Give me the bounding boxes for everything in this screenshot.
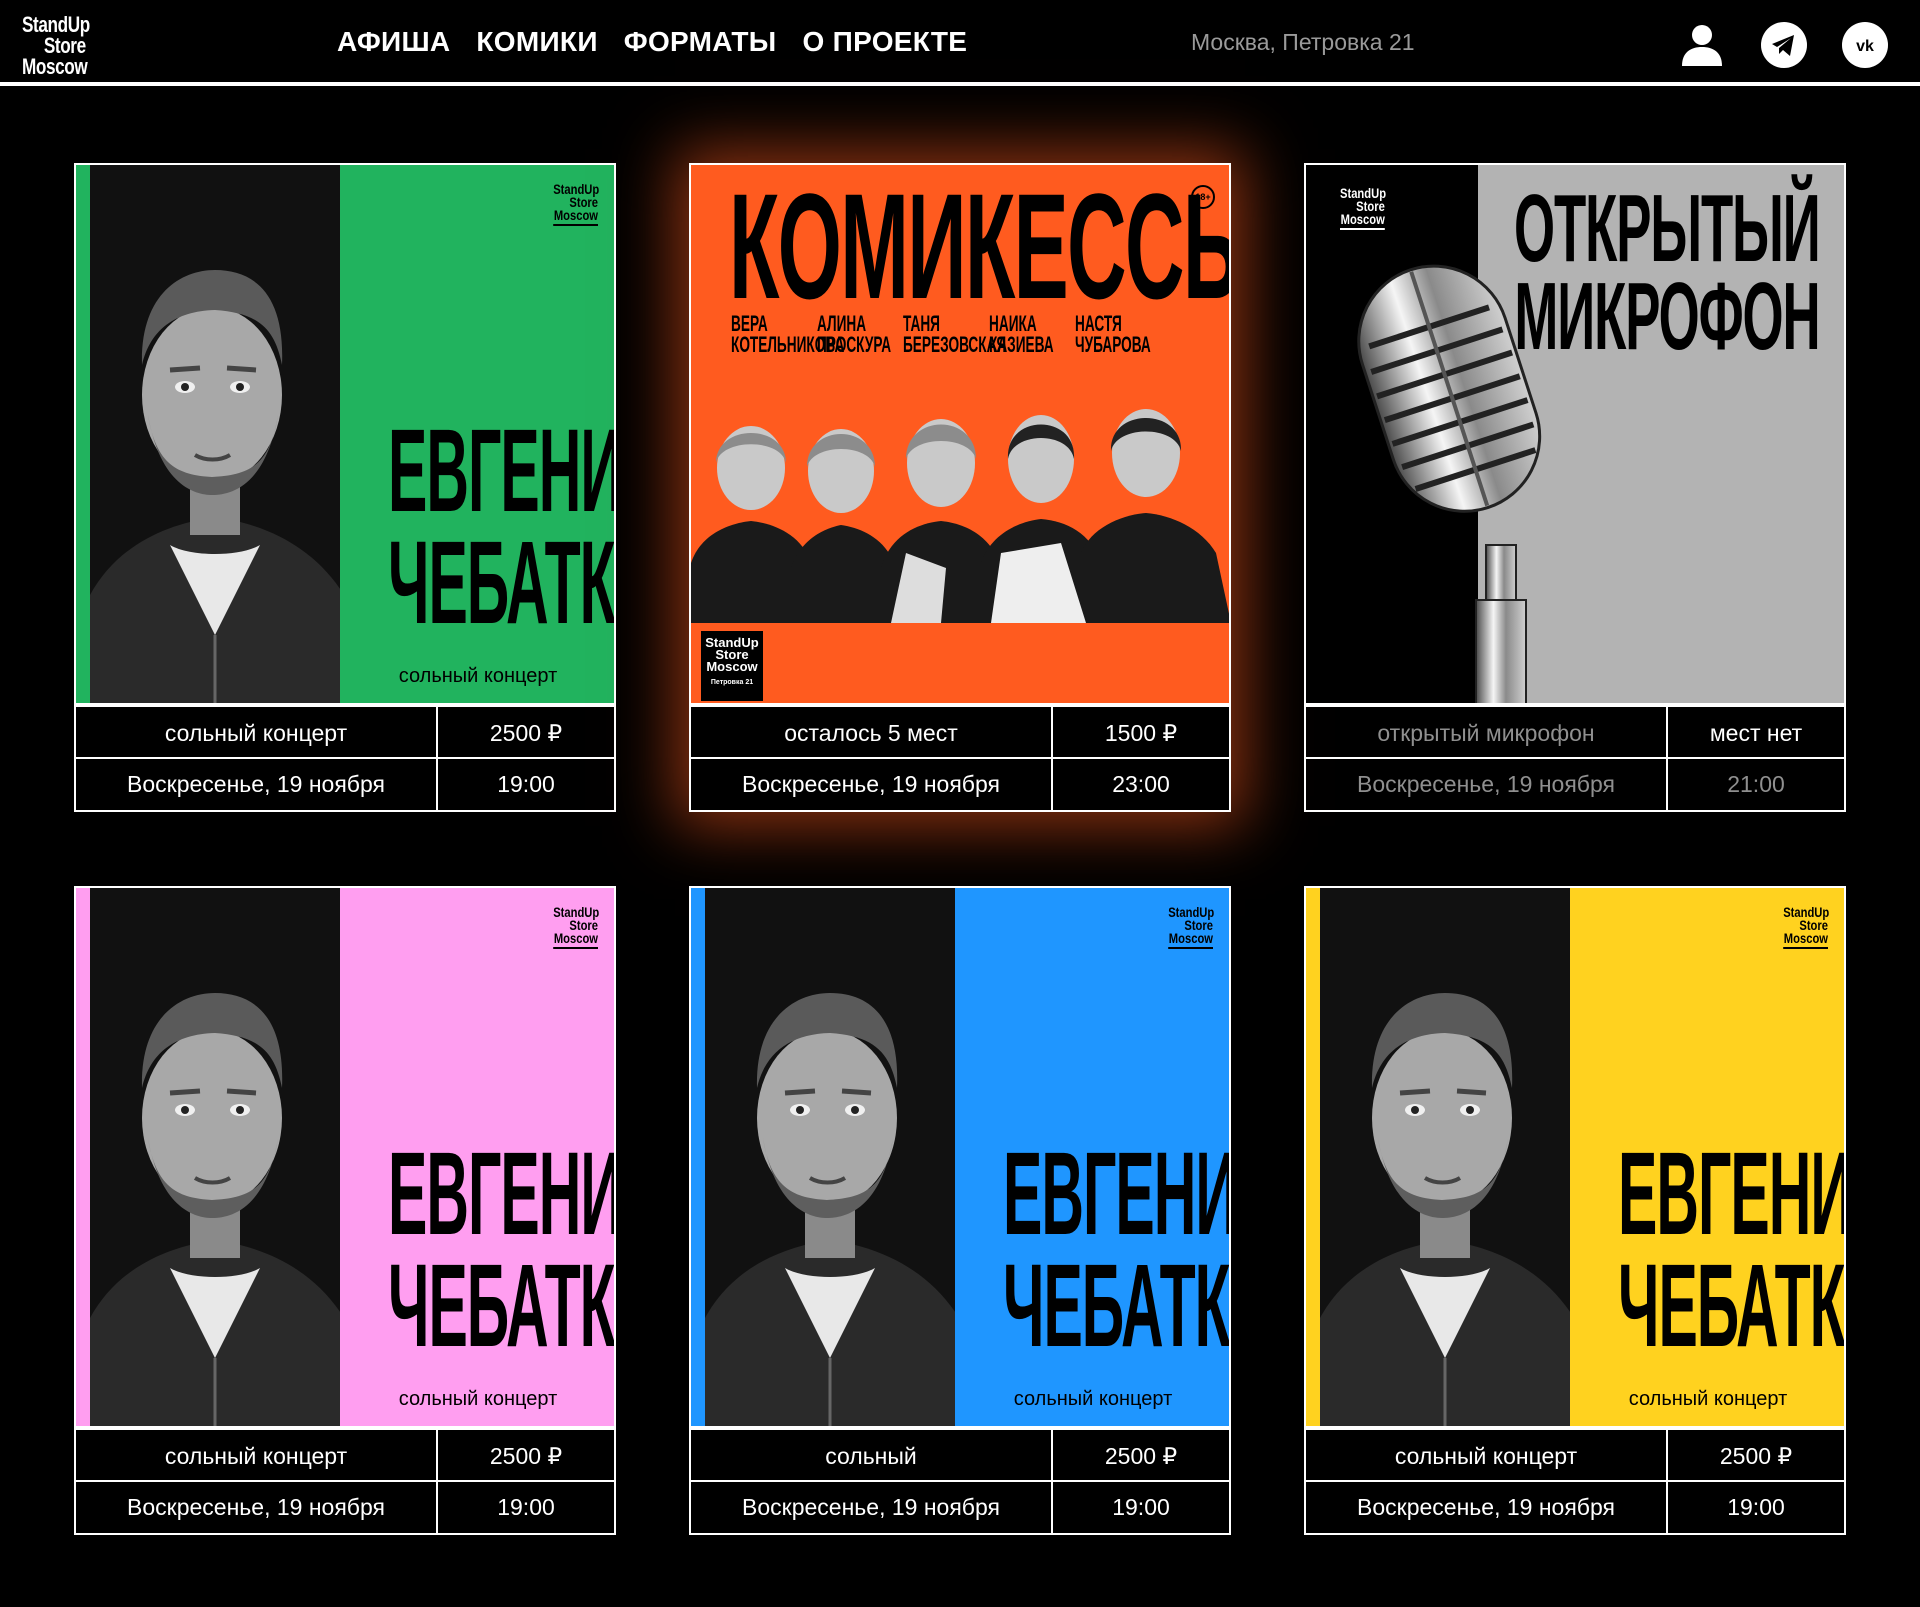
- event-info-table: открытый микрофон мест нет Воскресенье, …: [1304, 705, 1846, 812]
- site-header: StandUp Store Moscow АФИША КОМИКИ ФОРМАТ…: [0, 0, 1920, 86]
- poster-title: ОТКРЫТЫЙ МИКРОФОН: [1514, 175, 1821, 370]
- event-poster[interactable]: StandUpStoreMoscow ЕВГЕНИЙ ЧЕБАТКОВ соль…: [74, 163, 616, 705]
- event-poster[interactable]: КОМИКЕССЫ 18+ ВЕРА КОТЕЛЬНИКОВА АЛИНА ПРОС…: [689, 163, 1231, 705]
- event-info-table: сольный концерт 2500 ₽ Воскресенье, 19 н…: [1304, 1428, 1846, 1535]
- event-info-table: сольный концерт 2500 ₽ Воскресенье, 19 н…: [74, 1428, 616, 1535]
- poster-logo-stamp: StandUp Store Moscow Петровка 21: [701, 631, 763, 701]
- user-icon[interactable]: [1679, 22, 1725, 68]
- event-availability: мест нет: [1709, 719, 1803, 746]
- poster-accent-strip: [76, 888, 90, 1426]
- performer-name: ТАНЯ БЕРЕЗОВСКАЯ: [903, 311, 1007, 357]
- event-date: Воскресенье, 19 ноября: [691, 1482, 1053, 1533]
- age-rating-badge: 18+: [1191, 185, 1215, 209]
- poster-subtitle: сольный концерт: [398, 1388, 558, 1410]
- comedian-photo: [705, 888, 955, 1426]
- event-price[interactable]: 1500 ₽: [1053, 707, 1229, 759]
- comedian-last-name: ЧЕБАТКОВ: [388, 517, 615, 649]
- performer-name: ВЕРА КОТЕЛЬНИКОВА: [731, 311, 845, 357]
- comedian-first-name: ЕВГЕНИЙ: [1618, 1128, 1844, 1260]
- nav-o-proekte[interactable]: О ПРОЕКТЕ: [803, 26, 968, 58]
- event-time: 19:00: [1727, 1494, 1785, 1520]
- poster-accent-strip: [691, 888, 705, 1426]
- logo-line-3: Moscow: [22, 54, 88, 79]
- comedian-name: ЕВГЕНИЙ ЧЕБАТКОВ: [1618, 1128, 1845, 1372]
- event-price[interactable]: 2500 ₽: [1053, 1430, 1229, 1482]
- event-card[interactable]: StandUpStoreMoscow ЕВГЕНИЙ ЧЕБАТКОВ соль…: [1304, 886, 1846, 1535]
- event-card[interactable]: StandUp Store Moscow ОТКРЫТЫЙ МИКРОФОН о…: [1304, 163, 1846, 812]
- nav-afisha[interactable]: АФИША: [337, 26, 450, 58]
- main-nav: АФИША КОМИКИ ФОРМАТЫ О ПРОЕКТЕ: [337, 26, 967, 58]
- telegram-icon[interactable]: [1761, 22, 1807, 68]
- event-card[interactable]: StandUpStoreMoscow ЕВГЕНИЙ ЧЕБАТКОВ соль…: [74, 163, 616, 812]
- comedian-name: ЕВГЕНИЙ ЧЕБАТКОВ: [1003, 1128, 1230, 1372]
- event-date: Воскресенье, 19 ноября: [76, 1482, 438, 1533]
- poster-title: КОМИКЕССЫ: [729, 163, 1231, 330]
- nav-formaty[interactable]: ФОРМАТЫ: [624, 26, 777, 58]
- comedian-last-name: ЧЕБАТКОВ: [1618, 1240, 1845, 1372]
- poster-logo: StandUp Store Moscow: [553, 182, 599, 226]
- poster-accent-strip: [76, 165, 90, 703]
- performer-name: НАСТЯ ЧУБАРОВА: [1075, 311, 1151, 357]
- event-poster[interactable]: StandUp Store Moscow ОТКРЫТЫЙ МИКРОФОН: [1304, 163, 1846, 705]
- comedian-name: ЕВГЕНИЙ ЧЕБАТКОВ: [388, 405, 615, 649]
- comedian-name: ЕВГЕНИЙ ЧЕБАТКОВ: [388, 1128, 615, 1372]
- performers-photo: [691, 409, 1229, 623]
- event-poster[interactable]: StandUpStoreMoscow ЕВГЕНИЙ ЧЕБАТКОВ соль…: [1304, 886, 1846, 1428]
- event-info-table: сольный концерт 2500 ₽ Воскресенье, 19 н…: [74, 705, 616, 812]
- performer-names: ВЕРА КОТЕЛЬНИКОВА АЛИНА ПРОСКУРА ТАНЯ БЕРЕЗ…: [731, 311, 1151, 357]
- event-info-table: осталось 5 мест 1500 ₽ Воскресенье, 19 н…: [689, 705, 1231, 812]
- event-label: сольный концерт: [76, 1430, 438, 1482]
- logo-line-1: StandUp: [22, 12, 90, 37]
- poster-logo: StandUp Store Moscow: [1783, 905, 1829, 949]
- event-label: осталось 5 мест: [691, 707, 1053, 759]
- comedian-photo: [90, 888, 340, 1426]
- poster-subtitle: сольный концерт: [1013, 1388, 1173, 1410]
- poster-accent-strip: [1306, 888, 1320, 1426]
- venue-address: Москва, Петровка 21: [1191, 29, 1415, 55]
- event-poster[interactable]: StandUpStoreMoscow ЕВГЕНИЙ ЧЕБАТКОВ соль…: [689, 886, 1231, 1428]
- event-time: 23:00: [1112, 771, 1170, 797]
- event-card[interactable]: StandUpStoreMoscow ЕВГЕНИЙ ЧЕБАТКОВ соль…: [689, 886, 1231, 1535]
- event-poster[interactable]: StandUpStoreMoscow ЕВГЕНИЙ ЧЕБАТКОВ соль…: [74, 886, 616, 1428]
- poster-subtitle: сольный концерт: [1628, 1388, 1788, 1410]
- event-label: сольный концерт: [76, 707, 438, 759]
- event-card[interactable]: StandUpStoreMoscow ЕВГЕНИЙ ЧЕБАТКОВ соль…: [74, 886, 616, 1535]
- nav-komiki[interactable]: КОМИКИ: [476, 26, 597, 58]
- comedian-last-name: ЧЕБАТКОВ: [388, 1240, 615, 1372]
- logo-line-2: Store: [43, 33, 86, 58]
- event-price[interactable]: 2500 ₽: [438, 707, 614, 759]
- performer-name: НАИКА КАЗИЕВА: [989, 311, 1054, 357]
- event-price[interactable]: 2500 ₽: [438, 1430, 614, 1482]
- event-time: 19:00: [497, 1494, 555, 1520]
- poster-subtitle: сольный концерт: [398, 665, 558, 687]
- comedian-photo: [1320, 888, 1570, 1426]
- comedian-photo: [90, 165, 340, 703]
- poster-logo: StandUp Store Moscow: [1168, 905, 1214, 949]
- comedian-first-name: ЕВГЕНИЙ: [1003, 1128, 1229, 1260]
- event-card[interactable]: КОМИКЕССЫ 18+ ВЕРА КОТЕЛЬНИКОВА АЛИНА ПРОС…: [689, 163, 1231, 812]
- event-date: Воскресенье, 19 ноября: [1306, 1482, 1668, 1533]
- vk-icon[interactable]: vk: [1842, 22, 1888, 68]
- event-label: открытый микрофон: [1306, 707, 1668, 759]
- event-info-table: сольный 2500 ₽ Воскресенье, 19 ноября 19…: [689, 1428, 1231, 1535]
- event-price[interactable]: 2500 ₽: [1668, 1430, 1844, 1482]
- event-date: Воскресенье, 19 ноября: [691, 759, 1053, 810]
- site-logo[interactable]: StandUp Store Moscow: [22, 12, 90, 79]
- poster-logo: StandUp Store Moscow: [553, 905, 599, 949]
- event-label: сольный: [691, 1430, 1053, 1482]
- event-time: 21:00: [1727, 771, 1785, 797]
- poster-logo: StandUp Store Moscow: [1340, 186, 1386, 230]
- event-date: Воскресенье, 19 ноября: [1306, 759, 1668, 810]
- event-date: Воскресенье, 19 ноября: [76, 759, 438, 810]
- svg-text:vk: vk: [1856, 38, 1874, 55]
- comedian-first-name: ЕВГЕНИЙ: [388, 1128, 614, 1260]
- performer-name: АЛИНА ПРОСКУРА: [817, 311, 892, 357]
- comedian-first-name: ЕВГЕНИЙ: [388, 405, 614, 537]
- comedian-last-name: ЧЕБАТКОВ: [1003, 1240, 1230, 1372]
- event-time: 19:00: [1112, 1494, 1170, 1520]
- event-time: 19:00: [497, 771, 555, 797]
- event-label: сольный концерт: [1306, 1430, 1668, 1482]
